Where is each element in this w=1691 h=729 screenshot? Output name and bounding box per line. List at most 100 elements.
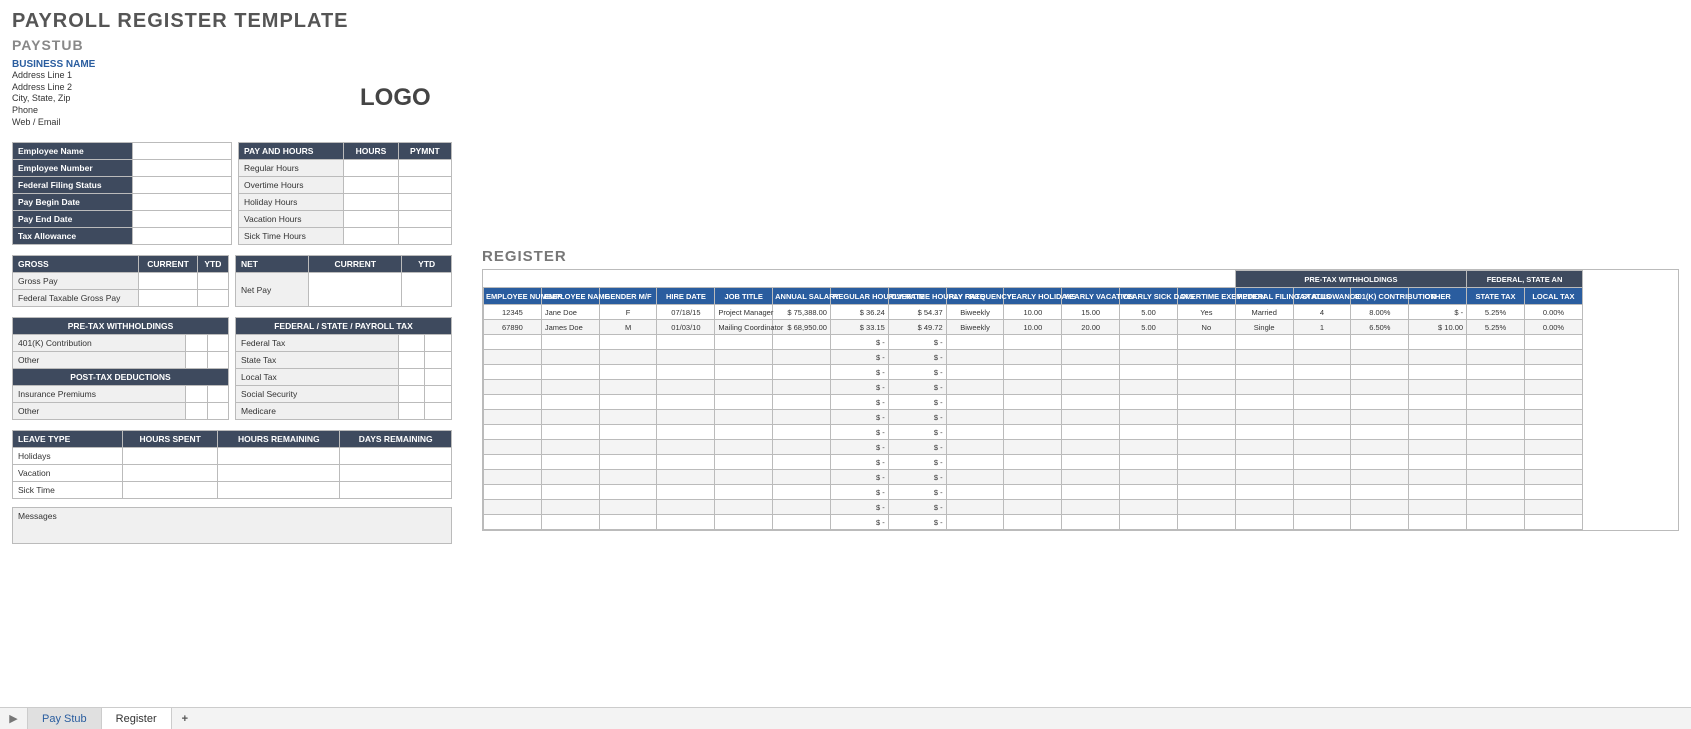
tab-paystub[interactable]: Pay Stub	[28, 708, 102, 729]
register-cell[interactable]	[1524, 350, 1582, 365]
register-cell[interactable]: $ -	[888, 425, 946, 440]
register-cell[interactable]	[715, 425, 773, 440]
fed-ytd[interactable]	[425, 352, 452, 369]
register-cell[interactable]	[657, 395, 715, 410]
register-cell[interactable]	[1235, 470, 1293, 485]
register-cell[interactable]	[715, 470, 773, 485]
register-cell[interactable]: $ -	[830, 380, 888, 395]
register-cell[interactable]	[1293, 500, 1351, 515]
register-cell[interactable]	[1062, 500, 1120, 515]
register-cell[interactable]	[1409, 350, 1467, 365]
register-cell[interactable]	[1293, 350, 1351, 365]
register-cell[interactable]	[657, 440, 715, 455]
register-cell[interactable]	[541, 455, 599, 470]
register-cell[interactable]	[715, 365, 773, 380]
register-cell[interactable]	[1004, 350, 1062, 365]
register-cell[interactable]	[715, 500, 773, 515]
register-cell[interactable]	[484, 515, 542, 530]
posttax-ytd[interactable]	[207, 403, 228, 420]
register-cell[interactable]	[715, 410, 773, 425]
register-cell[interactable]	[1524, 335, 1582, 350]
register-cell[interactable]	[1004, 485, 1062, 500]
register-cell[interactable]	[773, 470, 831, 485]
register-cell[interactable]	[1524, 515, 1582, 530]
fed-cur[interactable]	[398, 335, 425, 352]
register-cell[interactable]	[1120, 335, 1178, 350]
net-ytd[interactable]	[402, 273, 452, 307]
register-cell[interactable]	[1293, 455, 1351, 470]
register-cell[interactable]	[1409, 485, 1467, 500]
register-cell[interactable]	[599, 440, 657, 455]
register-cell[interactable]	[1120, 440, 1178, 455]
register-cell[interactable]	[715, 380, 773, 395]
register-cell[interactable]: $ -	[830, 485, 888, 500]
register-cell[interactable]	[1409, 365, 1467, 380]
register-cell[interactable]	[946, 515, 1004, 530]
register-cell[interactable]	[1293, 335, 1351, 350]
emp-field-value[interactable]	[133, 160, 232, 177]
register-cell[interactable]	[1293, 410, 1351, 425]
register-cell[interactable]	[1351, 500, 1409, 515]
register-cell[interactable]	[946, 470, 1004, 485]
payhours-pymnt[interactable]	[398, 177, 451, 194]
register-cell[interactable]	[541, 425, 599, 440]
register-cell[interactable]	[1177, 440, 1235, 455]
register-cell[interactable]	[1293, 425, 1351, 440]
register-cell[interactable]	[1062, 395, 1120, 410]
fed-ytd[interactable]	[425, 335, 452, 352]
register-cell[interactable]: $ -	[830, 440, 888, 455]
register-cell[interactable]	[541, 500, 599, 515]
leave-rem[interactable]	[218, 465, 340, 482]
register-cell[interactable]	[1467, 440, 1525, 455]
register-cell[interactable]	[1409, 410, 1467, 425]
register-cell[interactable]	[1062, 440, 1120, 455]
tab-nav-icon[interactable]: ▶	[0, 708, 28, 729]
emp-field-value[interactable]	[133, 177, 232, 194]
register-cell[interactable]	[1293, 515, 1351, 530]
register-cell[interactable]	[484, 425, 542, 440]
register-cell[interactable]	[1235, 515, 1293, 530]
register-cell[interactable]	[1120, 515, 1178, 530]
register-cell[interactable]	[946, 365, 1004, 380]
register-cell[interactable]	[599, 335, 657, 350]
register-cell[interactable]	[1062, 410, 1120, 425]
register-cell[interactable]	[657, 365, 715, 380]
register-cell[interactable]	[657, 500, 715, 515]
register-cell[interactable]	[599, 500, 657, 515]
register-cell[interactable]	[599, 365, 657, 380]
register-cell[interactable]	[773, 485, 831, 500]
register-cell[interactable]	[1004, 335, 1062, 350]
emp-field-value[interactable]	[133, 228, 232, 245]
register-cell[interactable]	[1467, 515, 1525, 530]
payhours-pymnt[interactable]	[398, 194, 451, 211]
register-cell[interactable]: $ -	[888, 515, 946, 530]
register-cell[interactable]: $ -	[830, 395, 888, 410]
register-cell[interactable]	[1467, 425, 1525, 440]
register-cell[interactable]	[484, 380, 542, 395]
register-cell[interactable]	[1062, 470, 1120, 485]
register-cell[interactable]	[1235, 350, 1293, 365]
register-cell[interactable]	[1004, 440, 1062, 455]
pretax-cur[interactable]	[186, 335, 207, 352]
register-cell[interactable]	[1467, 350, 1525, 365]
register-cell[interactable]	[1062, 335, 1120, 350]
payhours-hours[interactable]	[344, 194, 399, 211]
register-cell[interactable]	[1004, 500, 1062, 515]
register-cell[interactable]	[599, 350, 657, 365]
posttax-cur[interactable]	[186, 403, 207, 420]
fed-ytd[interactable]	[425, 403, 452, 420]
register-cell[interactable]	[1293, 395, 1351, 410]
register-cell[interactable]	[1409, 335, 1467, 350]
register-cell[interactable]	[1351, 395, 1409, 410]
register-cell[interactable]	[1467, 455, 1525, 470]
register-cell[interactable]	[1351, 335, 1409, 350]
register-cell[interactable]	[484, 470, 542, 485]
register-cell[interactable]	[1524, 455, 1582, 470]
register-cell[interactable]	[773, 350, 831, 365]
register-cell[interactable]	[657, 485, 715, 500]
register-cell[interactable]	[1235, 500, 1293, 515]
register-cell[interactable]	[1120, 395, 1178, 410]
register-cell[interactable]	[946, 500, 1004, 515]
payhours-pymnt[interactable]	[398, 211, 451, 228]
gross-ytd[interactable]	[197, 290, 228, 307]
